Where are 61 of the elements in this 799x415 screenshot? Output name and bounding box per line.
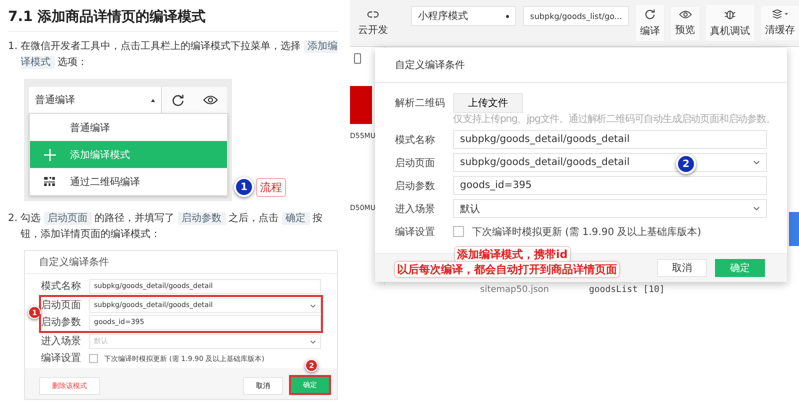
field-label: 进入场景 [395,202,436,216]
dialog-title: 自定义编译条件 [375,48,787,83]
chevron-icon [753,206,760,211]
phone-icon[interactable] [354,53,361,64]
chevron-icon [310,340,316,344]
field-label: 模式名称 [395,134,436,146]
step-text: 在微信开发者工具中，点击工具栏上的编译模式下拉菜单，选择 添加编译模式 选项： [20,39,338,71]
field-label: 模式名称 [41,280,82,292]
compile-mode-select[interactable]: 普通编译 [29,87,162,113]
callout-label: 流程 [256,178,286,196]
step-badge: 2 [676,154,696,174]
field-label: 解析二维码 [395,96,446,110]
scrollbar [789,212,799,246]
checkbox-label: 下次编译时模拟更新 (需 1.9.90 及以上基础库版本) [472,226,702,238]
menu-item[interactable]: 普通编译 [30,114,227,141]
article-heading: 7.1 添加商品详情页的编译模式 [8,4,338,32]
plus-icon [44,148,56,160]
field-label: 编译设置 [395,226,436,238]
field-label: 进入场景 [41,336,82,348]
step-text: 勾选 启动页面 的路径，并填写了 启动参数 之后，点击 确定 按钮，添加详情页面的编译模式： [20,211,324,242]
annotation-text: 以后每次编译，都会自动打开到商品详情页面 [395,262,619,277]
dialog-button[interactable]: 取消 [657,259,707,277]
toolbar-button[interactable]: 真机调试 [706,5,754,41]
toolbar-button[interactable]: 清缓存 [761,6,799,40]
dialog-title: 自定义编译条件 [25,251,337,274]
select-field[interactable]: 默认 [453,199,767,218]
field-label: 编译设置 [41,352,82,364]
step-number: 1. [8,40,18,54]
bug-icon [724,8,736,20]
link-icon[interactable] [367,10,379,18]
page-select[interactable]: subpkg/goods_list/go... [523,6,629,26]
caret-icon [151,98,155,102]
field-label: 启动参数 [41,316,82,328]
console-line: goodsList [10] [588,285,665,295]
toolbar-button[interactable]: 预览 [671,6,699,40]
file-item[interactable]: sitemap50.json [480,285,549,295]
eye-icon[interactable] [203,95,218,105]
chevron-icon [753,160,760,165]
field-label: 启动参数 [395,180,436,192]
chevron-icon [310,304,316,308]
checkbox[interactable] [453,226,464,237]
hint-text: 仅支持上传png、jpg文件。通过解析二维码可自动生成启动页面和启动参数。 [452,112,767,126]
field-label: 启动页面 [395,156,436,170]
mode-select[interactable]: 小程序模式 [411,6,516,26]
qr-code-icon [44,177,55,186]
annotation-text: 添加编译模式，携带id [455,247,570,262]
field-label: 启动页面 [41,300,82,312]
menu-item[interactable]: 通过二维码编译 [30,168,227,195]
eye-icon [678,10,692,18]
checkbox[interactable] [89,354,98,363]
toolbar-label: 云开发 [358,24,388,36]
step-number: 2. [8,212,18,226]
toolbar-button[interactable]: 编译 [636,5,664,41]
refresh-icon [644,8,656,20]
step-badge: 1 [234,177,254,197]
input-field[interactable]: goods_id=395 [453,176,767,195]
product-banner [350,86,372,124]
layers-icon [772,9,788,19]
refresh-icon[interactable] [171,93,185,107]
upload-button[interactable]: 上传文件 [453,92,523,112]
input-field[interactable]: subpkg/goods_detail/goods_detail [453,130,767,149]
